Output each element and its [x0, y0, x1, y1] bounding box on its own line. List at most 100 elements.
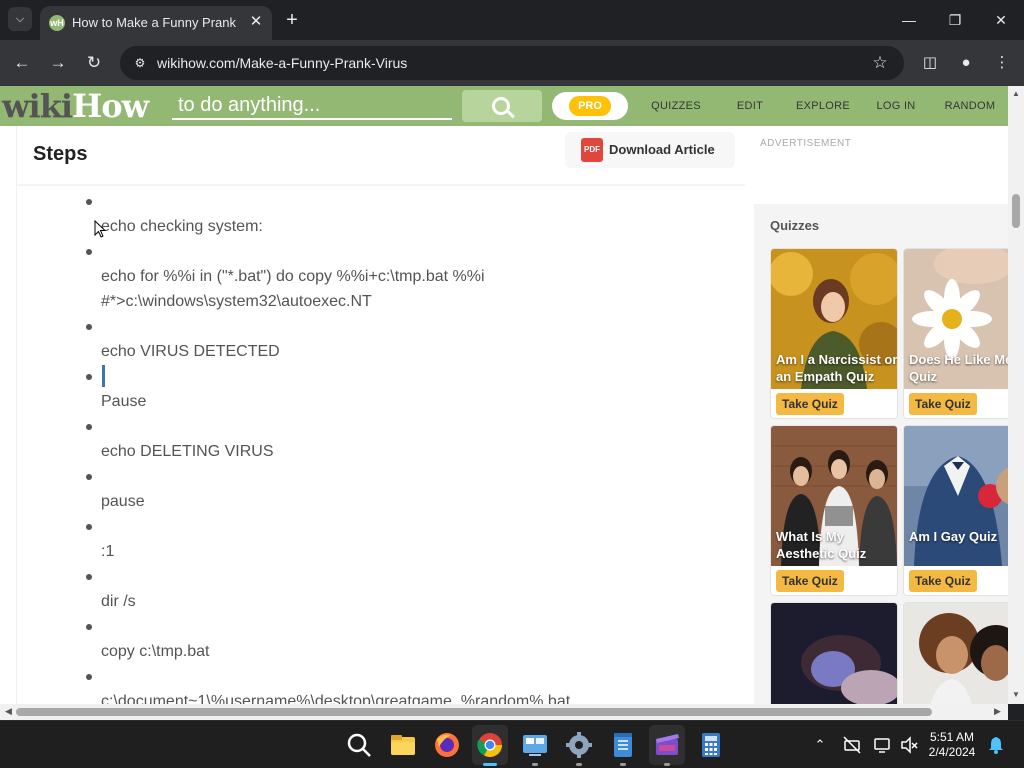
search-icon [492, 97, 510, 115]
control-panel-icon[interactable] [521, 731, 549, 759]
menu-icon[interactable]: ⋮ [990, 51, 1014, 75]
horizontal-scrollbar[interactable]: ◀ ▶ [0, 704, 1008, 720]
quiz-title: What Is My Aesthetic Quiz [776, 529, 867, 561]
quiz-card[interactable]: Does He Like Me Quiz Take Quiz [903, 248, 1008, 419]
firefox-icon[interactable] [433, 731, 461, 759]
volume-muted-icon[interactable] [899, 735, 919, 755]
list-item: pause [101, 493, 145, 510]
quiz-image [771, 603, 897, 704]
network-icon[interactable] [842, 735, 862, 755]
search-input[interactable]: to do anything... [172, 92, 452, 120]
side-panel-icon[interactable]: ◫ [918, 51, 942, 75]
step-list: echo checking system: echo for %%i in ("… [17, 126, 745, 704]
text-caret [102, 365, 105, 387]
file-explorer-icon[interactable] [389, 731, 417, 759]
steps-section: Steps PDF Download Article echo checking… [16, 126, 745, 704]
clock-time: 5:51 AM [929, 730, 975, 744]
quiz-card[interactable]: Am I Gay Quiz Take Quiz [903, 425, 1008, 596]
list-item: dir /s [101, 593, 136, 610]
list-item: echo checking system: [101, 218, 263, 235]
search-button[interactable] [462, 90, 542, 122]
tab-title: How to Make a Funny Prank Vi [72, 15, 238, 30]
search-icon[interactable] [345, 731, 373, 759]
video-editor-icon[interactable] [653, 731, 681, 759]
take-quiz-button[interactable]: Take Quiz [776, 393, 844, 415]
quiz-image [904, 603, 1008, 704]
scroll-right-icon[interactable]: ▶ [994, 706, 1001, 717]
pro-button[interactable]: PRO [552, 92, 628, 120]
system-clock[interactable]: 5:51 AM 2/4/2024 [926, 730, 978, 760]
reload-icon[interactable]: ↻ [82, 51, 106, 75]
site-info-icon[interactable]: ⚙ [130, 53, 150, 73]
page-viewport: wikiHow to do anything... PRO QUIZZES ED… [0, 86, 1008, 704]
quiz-card[interactable] [903, 602, 1008, 704]
minimize-icon[interactable]: — [894, 8, 924, 32]
nav-log-in[interactable]: LOG IN [872, 86, 920, 126]
running-app-indicator [620, 763, 626, 766]
notepad-icon[interactable] [609, 731, 637, 759]
advertisement-label: ADVERTISEMENT [760, 138, 852, 149]
forward-icon[interactable]: → [46, 51, 70, 75]
close-icon[interactable]: ✕ [246, 12, 266, 32]
pro-badge: PRO [569, 96, 611, 116]
wikihow-logo[interactable]: wikiHow [2, 88, 149, 124]
mouse-pointer-icon [94, 220, 106, 238]
list-bullet [86, 674, 92, 680]
list-item: Pause [101, 393, 147, 410]
list-bullet [86, 524, 92, 530]
list-bullet [86, 574, 92, 580]
address-bar[interactable]: ⚙ wikihow.com/Make-a-Funny-Prank-Virus ☆ [120, 46, 904, 80]
browser-toolbar: ← → ↻ ⚙ wikihow.com/Make-a-Funny-Prank-V… [0, 40, 1024, 86]
list-bullet [86, 374, 92, 380]
chrome-icon[interactable] [476, 731, 504, 759]
display-icon[interactable] [873, 735, 893, 755]
new-tab-icon[interactable]: + [280, 9, 304, 33]
quiz-card[interactable] [770, 602, 898, 704]
take-quiz-button[interactable]: Take Quiz [909, 570, 977, 592]
quiz-title: Am I a Narcissist or an Empath Quiz [776, 352, 898, 384]
list-item: echo DELETING VIRUS [101, 443, 274, 460]
calculator-icon[interactable] [697, 731, 725, 759]
quizzes-heading: Quizzes [770, 218, 820, 233]
list-item: c:\document~1\%username%\desktop\greatga… [101, 693, 571, 704]
bookmark-star-icon[interactable]: ☆ [868, 51, 892, 75]
settings-icon[interactable] [565, 731, 593, 759]
quiz-card[interactable]: Am I a Narcissist or an Empath Quiz Take… [770, 248, 898, 419]
list-bullet [86, 424, 92, 430]
scroll-down-icon[interactable]: ▼ [1012, 690, 1020, 699]
list-item: #*>c:\windows\system32\autoexec.NT [101, 293, 372, 310]
nav-quizzes[interactable]: QUIZZES [644, 86, 708, 126]
browser-tab[interactable]: wH How to Make a Funny Prank Vi ✕ [40, 6, 272, 40]
scroll-up-icon[interactable]: ▲ [1012, 89, 1020, 98]
take-quiz-button[interactable]: Take Quiz [776, 570, 844, 592]
list-item: echo VIRUS DETECTED [101, 343, 280, 360]
quiz-title: Am I Gay Quiz [909, 529, 998, 544]
scrollbar-thumb[interactable] [16, 708, 932, 716]
nav-random[interactable]: RANDOM [940, 86, 1000, 126]
nav-explore[interactable]: EXPLORE [790, 86, 856, 126]
quizzes-panel: Quizzes Am I a Narcissist or an Empath Q… [754, 204, 1008, 704]
profile-icon[interactable]: ● [954, 51, 978, 75]
nav-edit[interactable]: EDIT [730, 86, 770, 126]
close-window-icon[interactable]: ✕ [986, 8, 1016, 32]
list-bullet [86, 324, 92, 330]
scroll-left-icon[interactable]: ◀ [5, 706, 12, 717]
wikihow-header: wikiHow to do anything... PRO QUIZZES ED… [0, 86, 1008, 126]
wikihow-favicon-icon: wH [49, 15, 65, 31]
chevron-up-icon[interactable]: ⌃ [810, 735, 830, 755]
notification-bell-icon[interactable] [986, 735, 1006, 755]
running-app-indicator [576, 763, 582, 766]
tab-search-icon[interactable]: ⌵ [8, 7, 32, 31]
taskbar: ⌃ 5:51 AM 2/4/2024 [0, 720, 1024, 768]
url-text[interactable]: wikihow.com/Make-a-Funny-Prank-Virus [157, 54, 407, 72]
scrollbar-thumb[interactable] [1012, 194, 1020, 228]
list-bullet [86, 249, 92, 255]
clock-date: 2/4/2024 [928, 745, 976, 759]
list-item: copy c:\tmp.bat [101, 643, 210, 660]
vertical-scrollbar[interactable]: ▲ ▼ [1008, 86, 1024, 704]
back-icon[interactable]: ← [10, 51, 34, 75]
take-quiz-button[interactable]: Take Quiz [909, 393, 977, 415]
quiz-card[interactable]: What Is My Aesthetic Quiz Take Quiz [770, 425, 898, 596]
list-item: :1 [101, 543, 115, 560]
maximize-icon[interactable]: ❐ [940, 8, 970, 32]
